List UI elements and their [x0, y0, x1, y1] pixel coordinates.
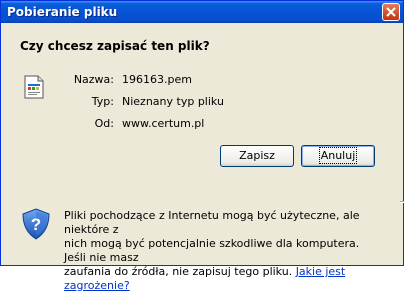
shield-icon: ? — [22, 208, 50, 240]
cancel-button[interactable]: Anuluj — [301, 145, 375, 167]
from-value: www.certum.pl — [122, 117, 205, 130]
svg-text:?: ? — [31, 215, 41, 234]
warning-text: Pliki pochodzące z Internetu mogą być uż… — [64, 209, 384, 293]
warning-line-2: nich mogą być potencjalnie szkodliwe dla… — [64, 237, 360, 264]
name-value: 196163.pem — [122, 73, 192, 86]
warning-line-3-container: zaufania do źródła, nie zapisuj tego pli… — [64, 265, 384, 293]
from-label: Od: — [94, 117, 114, 130]
file-icon — [24, 75, 44, 99]
window-title: Pobieranie pliku — [7, 5, 118, 19]
close-button[interactable] — [382, 3, 400, 21]
warning-line-3: zaufania do źródła, nie zapisuj tego pli… — [64, 265, 293, 278]
title-bar[interactable]: Pobieranie pliku — [1, 1, 403, 23]
type-value: Nieznany typ pliku — [122, 95, 224, 108]
file-info-panel: Czy chcesz zapisać ten plik? Nazwa: 1961… — [4, 23, 404, 203]
warning-line-1: Pliki pochodzące z Internetu mogą być uż… — [64, 209, 360, 236]
warning-panel: ? Pliki pochodzące z Internetu mogą być … — [4, 181, 400, 292]
save-button-label: Zapisz — [239, 149, 275, 162]
close-icon — [386, 7, 396, 17]
cancel-button-label: Anuluj — [318, 147, 358, 164]
save-button[interactable]: Zapisz — [220, 145, 294, 167]
name-label: Nazwa: — [73, 73, 114, 86]
type-label: Typ: — [91, 95, 114, 108]
question-text: Czy chcesz zapisać ten plik? — [20, 39, 210, 53]
download-dialog: Pobieranie pliku Czy chcesz zapisać ten … — [0, 0, 404, 292]
